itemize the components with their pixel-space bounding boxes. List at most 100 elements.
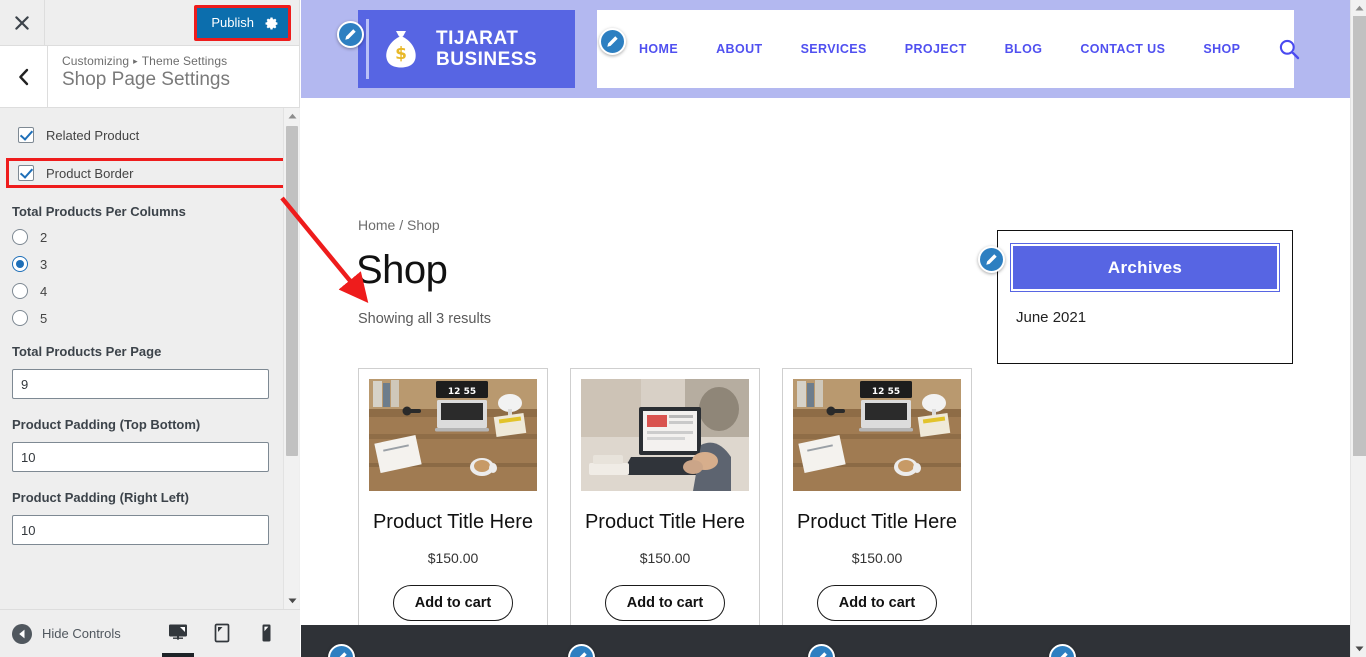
edit-pin-archives[interactable] xyxy=(978,246,1005,273)
mobile-preview-icon[interactable] xyxy=(244,611,288,657)
product-grid: 12 55 Product Title Here $150.00 Add to … xyxy=(358,368,972,644)
site-preview: $ TIJARAT BUSINESS HOME ABOUT SERVICES P… xyxy=(301,0,1366,657)
chevron-left-icon[interactable] xyxy=(0,46,48,107)
breadcrumb-parent[interactable]: Theme Settings xyxy=(142,54,227,68)
product-title[interactable]: Product Title Here xyxy=(369,509,537,536)
collapse-arrow-icon xyxy=(12,623,32,644)
page-scroll-down-arrow-icon[interactable] xyxy=(1351,641,1366,657)
radio-columns-5[interactable] xyxy=(12,310,28,326)
field-total-products-per-page: Total Products Per Page xyxy=(12,344,288,401)
product-card[interactable]: Product Title Here $150.00 Add to cart xyxy=(570,368,760,644)
breadcrumb-root[interactable]: Customizing xyxy=(62,54,129,68)
publish-button[interactable]: Publish xyxy=(197,8,288,38)
nav-item-home[interactable]: HOME xyxy=(639,42,678,56)
checkbox-related-product[interactable] xyxy=(18,127,34,143)
archives-widget-title: Archives xyxy=(1010,243,1280,292)
field-label-product-padding-right-left: Product Padding (Right Left) xyxy=(12,490,189,505)
add-to-cart-button[interactable]: Add to cart xyxy=(604,584,726,621)
page-title: Shop xyxy=(356,248,448,292)
site-logo-text: TIJARAT BUSINESS xyxy=(436,28,537,70)
close-x-icon[interactable] xyxy=(0,0,45,45)
field-label-product-padding-top-bottom: Product Padding (Top Bottom) xyxy=(12,417,201,432)
search-icon[interactable] xyxy=(1278,38,1300,60)
publish-highlight-box: Publish xyxy=(194,5,291,41)
edit-pin-footer-col-2[interactable] xyxy=(568,644,595,657)
customizer-sidebar: Publish Customizing ▸ Theme Settings Sho… xyxy=(0,0,300,657)
edit-pin-footer-col-1[interactable] xyxy=(328,644,355,657)
customizer-title-row: Customizing ▸ Theme Settings Shop Page Set… xyxy=(0,46,299,108)
radio-row-5[interactable]: 5 xyxy=(12,310,288,326)
product-title[interactable]: Product Title Here xyxy=(793,509,961,536)
edit-pin-nav[interactable] xyxy=(599,28,626,55)
checkbox-row-product-border[interactable]: Product Border xyxy=(6,158,291,188)
customizer-header: Publish xyxy=(0,0,299,46)
checkbox-label-product-border: Product Border xyxy=(46,165,134,181)
logo-accent-bar xyxy=(366,19,369,79)
product-price: $150.00 xyxy=(851,549,903,566)
radio-columns-3[interactable] xyxy=(12,256,28,272)
hide-controls-button[interactable]: Hide Controls xyxy=(0,623,121,644)
radio-label-2: 2 xyxy=(40,229,48,245)
archives-widget: Archives June 2021 xyxy=(997,230,1293,364)
publish-button-label: Publish xyxy=(211,15,254,30)
add-to-cart-button[interactable]: Add to cart xyxy=(816,584,938,621)
sidebar-scrollbar[interactable] xyxy=(283,108,299,609)
gear-icon[interactable] xyxy=(254,8,288,38)
add-to-cart-button[interactable]: Add to cart xyxy=(392,584,514,621)
nav-item-shop[interactable]: SHOP xyxy=(1203,42,1240,56)
tablet-preview-icon[interactable] xyxy=(200,611,244,657)
scroll-up-arrow-icon[interactable] xyxy=(284,108,300,124)
page-scrollbar-thumb[interactable] xyxy=(1353,16,1366,456)
nav-links: HOME ABOUT SERVICES PROJECT BLOG CONTACT… xyxy=(639,42,1278,56)
edit-pin-footer-col-4[interactable] xyxy=(1049,644,1076,657)
customizer-screen: Publish Customizing ▸ Theme Settings Sho… xyxy=(0,0,1366,657)
nav-item-blog[interactable]: BLOG xyxy=(1005,42,1043,56)
logo-line-1: TIJARAT xyxy=(436,28,519,49)
panel-title: Shop Page Settings xyxy=(62,69,230,90)
shop-breadcrumb[interactable]: Home / Shop xyxy=(358,217,440,233)
product-price: $150.00 xyxy=(427,549,479,566)
desktop-preview-icon[interactable] xyxy=(156,611,200,657)
checkbox-product-border[interactable] xyxy=(18,165,34,181)
customizer-controls: Related Product Product Border Total Pro… xyxy=(0,108,300,609)
site-footer xyxy=(301,625,1366,657)
site-header: $ TIJARAT BUSINESS HOME ABOUT SERVICES P… xyxy=(301,0,1366,98)
edit-pin-logo[interactable] xyxy=(337,21,364,48)
radio-label-5: 5 xyxy=(40,310,48,326)
input-product-padding-right-left[interactable] xyxy=(12,515,269,545)
product-price: $150.00 xyxy=(639,549,691,566)
field-label-total-products-per-page: Total Products Per Page xyxy=(12,344,162,359)
page-scrollbar[interactable] xyxy=(1350,0,1366,657)
nav-item-about[interactable]: ABOUT xyxy=(716,42,762,56)
product-card[interactable]: 12 55 Product Title Here $150.00 Add to … xyxy=(782,368,972,644)
radio-row-2[interactable]: 2 xyxy=(12,229,288,245)
page-scroll-up-arrow-icon[interactable] xyxy=(1351,0,1366,16)
breadcrumb-separator: ▸ xyxy=(133,56,138,66)
scroll-down-arrow-icon[interactable] xyxy=(284,593,300,609)
field-product-padding-right-left: Product Padding (Right Left) xyxy=(12,490,288,547)
nav-item-services[interactable]: SERVICES xyxy=(801,42,867,56)
nav-item-contact-us[interactable]: CONTACT US xyxy=(1080,42,1165,56)
primary-nav: HOME ABOUT SERVICES PROJECT BLOG CONTACT… xyxy=(597,10,1300,88)
input-product-padding-top-bottom[interactable] xyxy=(12,442,269,472)
device-preview-switcher xyxy=(156,611,300,657)
radio-columns-2[interactable] xyxy=(12,229,28,245)
product-title[interactable]: Product Title Here xyxy=(581,509,749,536)
checkbox-row-related-product[interactable]: Related Product xyxy=(12,122,288,148)
desk-laptop-clock-photo: 12 55 xyxy=(369,379,537,491)
radio-row-3[interactable]: 3 xyxy=(12,256,288,272)
product-card[interactable]: 12 55 Product Title Here $150.00 Add to … xyxy=(358,368,548,644)
site-logo[interactable]: $ TIJARAT BUSINESS xyxy=(358,10,575,88)
radio-row-4[interactable]: 4 xyxy=(12,283,288,299)
radio-columns-4[interactable] xyxy=(12,283,28,299)
sidebar-scrollbar-thumb[interactable] xyxy=(286,126,298,456)
field-product-padding-top-bottom: Product Padding (Top Bottom) xyxy=(12,417,288,474)
hide-controls-label: Hide Controls xyxy=(42,626,121,641)
logo-line-2: BUSINESS xyxy=(436,49,538,70)
controls-scroll-region: Related Product Product Border Total Pro… xyxy=(0,108,300,609)
input-total-products-per-page[interactable] xyxy=(12,369,269,399)
edit-pin-footer-col-3[interactable] xyxy=(808,644,835,657)
archives-widget-item[interactable]: June 2021 xyxy=(1016,309,1292,326)
desk-laptop-clock-photo: 12 55 xyxy=(793,379,961,491)
nav-item-project[interactable]: PROJECT xyxy=(905,42,967,56)
